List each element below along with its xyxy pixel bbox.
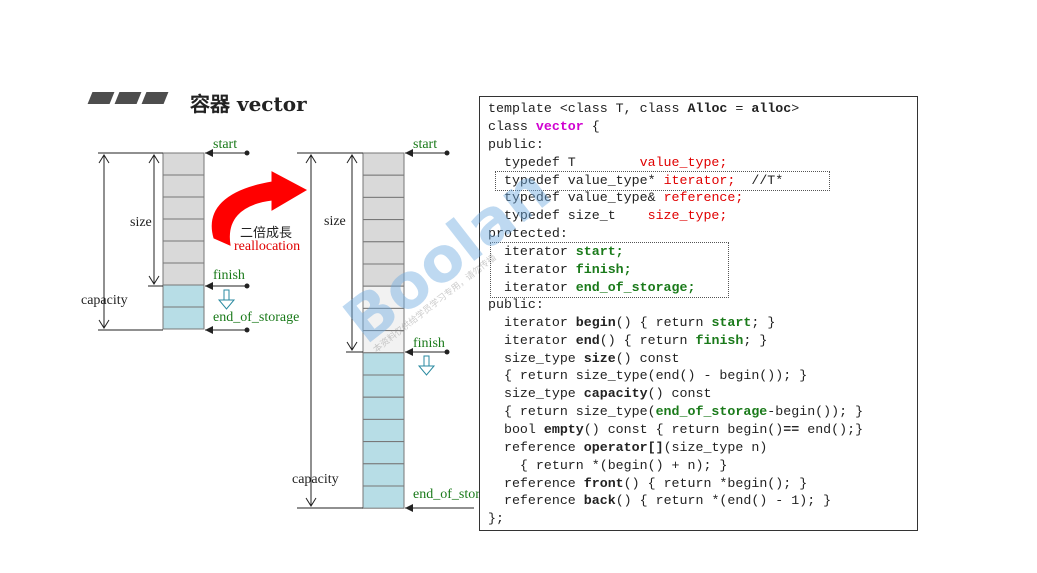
- memory-cell: [362, 418, 405, 443]
- large-vector-cells: [362, 152, 405, 509]
- memory-cell: [362, 441, 405, 465]
- memory-cell: [362, 241, 405, 265]
- code-line: reference operator[](size_type n): [488, 440, 768, 455]
- memory-cell: [362, 463, 405, 487]
- memory-cell: [162, 196, 205, 220]
- code-line: { return size_type(end() - begin()); }: [488, 368, 808, 383]
- code-line: iterator finish;: [488, 262, 632, 277]
- code-line: protected:: [488, 226, 568, 241]
- memory-cell: [362, 374, 405, 398]
- code-line: iterator begin() { return start; }: [488, 315, 776, 330]
- memory-cell: [162, 174, 205, 198]
- code-line: bool empty() const { return begin()== en…: [488, 422, 864, 437]
- code-line: class vector {: [488, 119, 600, 134]
- memory-cell: [362, 285, 405, 309]
- large-capacity-label: capacity: [292, 472, 339, 487]
- code-line: size_type capacity() const: [488, 386, 712, 401]
- growth-label-en: reallocation: [234, 239, 301, 254]
- memory-cell: [362, 352, 405, 376]
- finish-move-arrow-large: [417, 355, 436, 376]
- small-start-label: start: [213, 137, 238, 152]
- code-line: typedef value_type* iterator; //T*: [488, 173, 784, 188]
- finish-move-arrow-small: [217, 289, 236, 310]
- small-vector-cells: [162, 152, 205, 330]
- code-line: size_type size() const: [488, 351, 680, 366]
- small-capacity-label: capacity: [81, 293, 128, 308]
- memory-cell: [362, 307, 405, 332]
- code-line: typedef value_type& reference;: [488, 190, 744, 205]
- memory-cell: [362, 330, 405, 354]
- code-line: reference back() { return *(end() - 1); …: [488, 493, 832, 508]
- small-size-label: size: [130, 215, 152, 230]
- memory-cell: [162, 218, 205, 242]
- memory-cell: [362, 485, 405, 509]
- memory-cell: [362, 219, 405, 243]
- memory-cell: [162, 240, 205, 264]
- code-line: typedef size_t size_type;: [488, 208, 728, 223]
- code-line: template <class T, class Alloc = alloc>: [488, 101, 800, 116]
- code-line: typedef T value_type;: [488, 155, 728, 170]
- small-end-of-storage-label: end_of_storage: [213, 310, 300, 325]
- code-line: iterator end() { return finish; }: [488, 333, 768, 348]
- memory-cell: [362, 263, 405, 287]
- memory-cell: [362, 396, 405, 420]
- vector-source-code: template <class T, class Alloc = alloc> …: [479, 96, 918, 531]
- large-start-label: start: [413, 137, 438, 152]
- memory-cell: [162, 284, 205, 308]
- large-finish-label: finish: [413, 336, 445, 351]
- code-line: reference front() { return *begin(); }: [488, 476, 808, 491]
- code-line: iterator end_of_storage;: [488, 280, 696, 295]
- memory-cell: [162, 306, 205, 330]
- memory-cell: [162, 152, 205, 176]
- vector-memory-diagram: [98, 149, 474, 512]
- code-line: };: [488, 511, 504, 526]
- memory-cell: [362, 196, 405, 221]
- memory-cell: [362, 152, 405, 176]
- large-size-label: size: [324, 214, 346, 229]
- code-line: { return *(begin() + n); }: [488, 458, 728, 473]
- code-line: { return size_type(end_of_storage-begin(…: [488, 404, 864, 419]
- small-finish-label: finish: [213, 268, 245, 283]
- code-line: public:: [488, 137, 544, 152]
- memory-cell: [162, 262, 205, 286]
- code-line: public:: [488, 297, 544, 312]
- code-line: iterator start;: [488, 244, 624, 259]
- memory-cell: [362, 174, 405, 198]
